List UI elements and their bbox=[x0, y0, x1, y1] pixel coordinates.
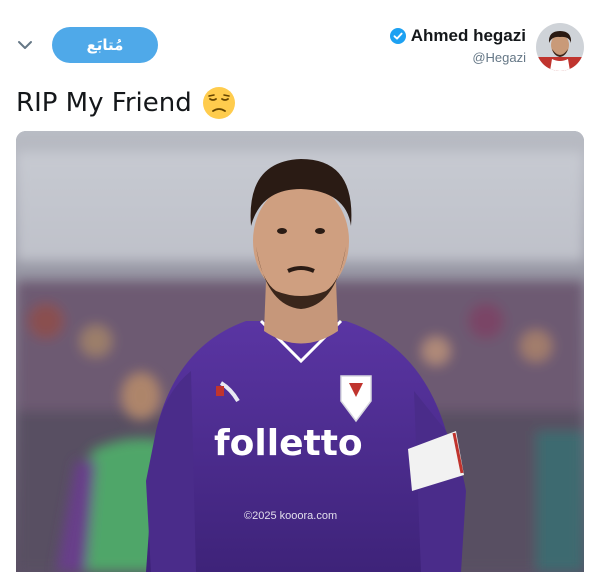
chevron-down-icon[interactable] bbox=[16, 38, 34, 52]
tweet-text-content: RIP My Friend bbox=[16, 88, 192, 118]
disappointed-face-emoji bbox=[202, 87, 235, 119]
user-handle[interactable]: @Hegazi bbox=[390, 50, 526, 65]
avatar[interactable] bbox=[536, 23, 584, 71]
verified-badge-icon bbox=[389, 28, 406, 44]
tweet-card: مُتابَع Ahmed hegazi @Hegazi RIP My Frie… bbox=[0, 0, 600, 572]
display-name[interactable]: Ahmed hegazi bbox=[411, 26, 526, 46]
tweet-author[interactable]: Ahmed hegazi @Hegazi bbox=[389, 26, 526, 65]
player-photo bbox=[16, 131, 584, 572]
following-button[interactable]: مُتابَع bbox=[52, 27, 158, 63]
tweet-photo[interactable]: folletto bbox=[16, 131, 584, 572]
tweet-text: RIP My Friend bbox=[16, 86, 236, 120]
watermark: ©2025 kooora.com bbox=[244, 510, 338, 522]
jersey-sponsor-text: folletto bbox=[214, 423, 363, 464]
